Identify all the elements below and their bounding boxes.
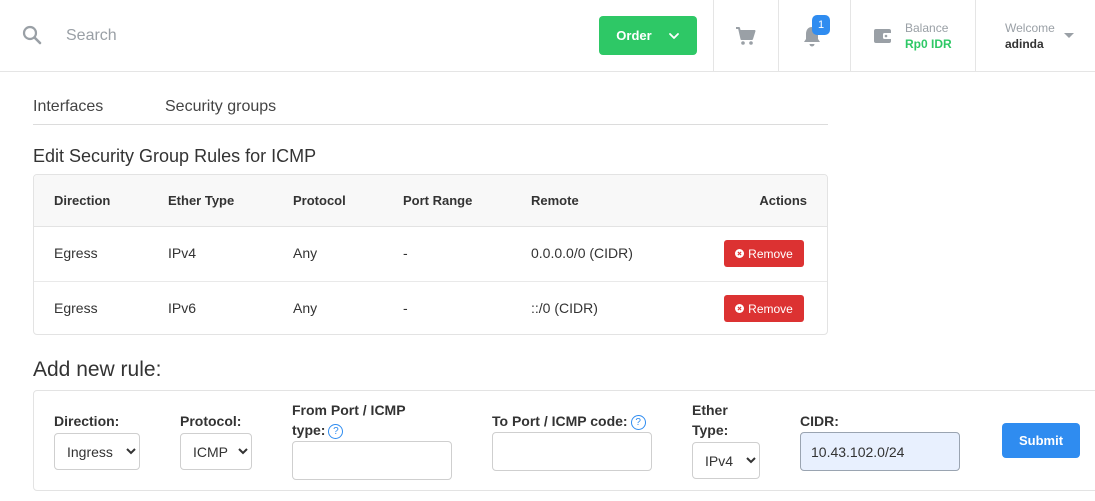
header-divider <box>850 0 851 72</box>
cell-port-range: - <box>403 300 408 316</box>
ether-type-label-line2: Type: <box>692 422 729 438</box>
cell-protocol: Any <box>293 245 318 261</box>
ether-type-label-line1: Ether <box>692 402 728 418</box>
chevron-down-icon <box>668 32 679 39</box>
header-divider <box>713 0 714 72</box>
top-bar: Order 1 Balance Rp0 IDR Welcome adinda <box>0 0 1095 72</box>
direction-select[interactable]: Ingress <box>54 433 140 470</box>
help-icon[interactable]: ? <box>328 424 344 439</box>
direction-label: Direction: <box>54 413 120 429</box>
cell-port-range: - <box>403 245 408 261</box>
protocol-label: Protocol: <box>180 413 242 429</box>
to-port-label: To Port / ICMP code:? <box>492 411 646 431</box>
header-port-range: Port Range <box>403 193 473 208</box>
cell-ether-type: IPv4 <box>168 245 197 261</box>
search-icon[interactable] <box>22 25 42 45</box>
remove-rule-button[interactable]: Remove <box>724 295 804 322</box>
notification-badge: 1 <box>812 15 830 35</box>
cell-protocol: Any <box>293 300 318 316</box>
remove-label: Remove <box>748 301 793 316</box>
table-header: Direction Ether Type Protocol Port Range… <box>34 175 827 227</box>
header-remote: Remote <box>531 193 579 208</box>
caret-down-icon[interactable] <box>1064 33 1074 38</box>
order-button[interactable]: Order <box>599 16 697 55</box>
protocol-select[interactable]: ICMP <box>180 433 252 470</box>
cell-remote: ::/0 (CIDR) <box>531 300 598 316</box>
search-input[interactable] <box>56 20 356 52</box>
username[interactable]: adinda <box>1005 37 1044 51</box>
remove-label: Remove <box>748 246 793 261</box>
section-title: Edit Security Group Rules for ICMP <box>33 146 317 166</box>
cell-remote: 0.0.0.0/0 (CIDR) <box>531 245 633 261</box>
cidr-input[interactable] <box>800 432 960 471</box>
submit-button[interactable]: Submit <box>1002 423 1080 458</box>
from-port-label-line2: type: <box>292 422 326 438</box>
remove-rule-button[interactable]: Remove <box>724 240 804 267</box>
tab-interfaces[interactable]: Interfaces <box>33 98 103 116</box>
ether-type-label: Ether Type: <box>692 400 728 440</box>
welcome-label: Welcome <box>1005 21 1055 35</box>
to-port-label-text: To Port / ICMP code: <box>492 413 628 429</box>
close-circle-icon <box>735 304 745 313</box>
balance-value: Rp0 IDR <box>905 37 952 51</box>
cell-direction: Egress <box>54 300 98 316</box>
from-port-input[interactable] <box>292 441 452 480</box>
add-rule-title: Add new rule: <box>33 358 162 381</box>
tab-bar: Interfaces Security groups <box>33 96 828 125</box>
header-actions: Actions <box>759 193 807 208</box>
close-circle-icon <box>735 249 745 258</box>
ether-type-select[interactable]: IPv4 <box>692 442 760 479</box>
wallet-icon <box>874 29 892 43</box>
from-port-label-line1: From Port / ICMP <box>292 402 406 418</box>
order-button-label: Order <box>616 28 652 43</box>
cell-direction: Egress <box>54 245 98 261</box>
table-row: Egress IPv6 Any - ::/0 (CIDR) Remove <box>34 281 827 335</box>
header-divider <box>975 0 976 72</box>
header-direction: Direction <box>54 193 111 208</box>
cidr-label: CIDR: <box>800 413 839 429</box>
header-divider <box>778 0 779 72</box>
header-ether-type: Ether Type <box>168 193 235 208</box>
cart-icon[interactable] <box>735 26 757 46</box>
cell-ether-type: IPv6 <box>168 300 197 316</box>
from-port-label: From Port / ICMP type:? <box>292 400 406 440</box>
balance-label: Balance <box>905 21 949 35</box>
table-row: Egress IPv4 Any - 0.0.0.0/0 (CIDR) Remov… <box>34 227 827 281</box>
to-port-input[interactable] <box>492 432 652 471</box>
add-rule-form: Direction: Ingress Protocol: ICMP From P… <box>33 390 1095 491</box>
rules-table: Direction Ether Type Protocol Port Range… <box>33 174 828 335</box>
help-icon[interactable]: ? <box>630 415 646 430</box>
tab-security-groups[interactable]: Security groups <box>165 98 276 116</box>
header-protocol: Protocol <box>293 193 346 208</box>
